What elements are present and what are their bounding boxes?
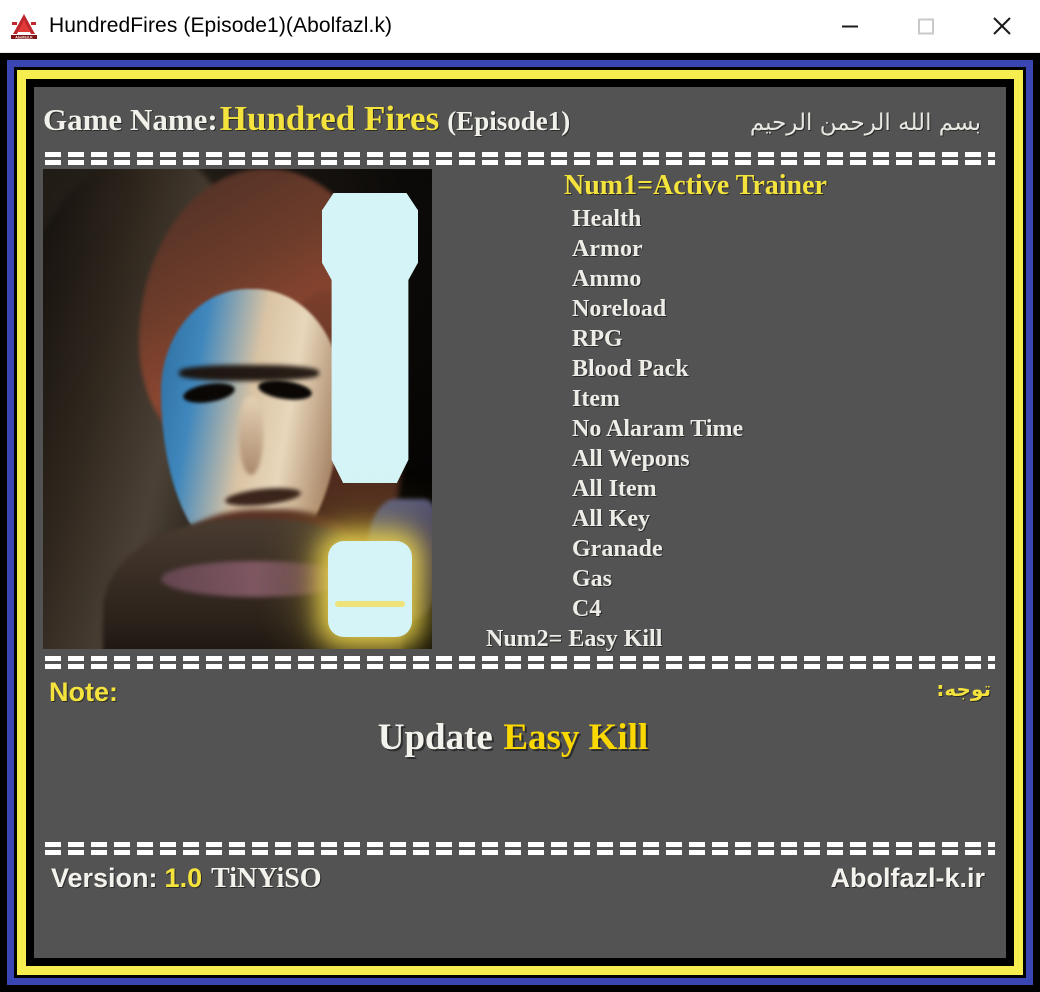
version-number: 1.0 [164,863,203,893]
cheat-easy-kill-row: Num2= Easy Kill [450,624,997,654]
list-item: No Alaram Time [572,415,744,442]
list-item: Item [572,385,620,412]
list-item: Health [572,205,642,232]
header: Game Name: Hundred Fires (Episode1) بسم … [43,87,997,149]
note-section: Note: توجه: Update Easy Kill [43,671,997,839]
minimize-icon [842,25,858,28]
abolfazl-a-logo-icon: Abolfazl.K [9,11,39,41]
list-item: Ammo [572,265,642,292]
list-item: All Item [572,475,657,502]
release-group-label: TiNYiSO [211,863,322,894]
maximize-button[interactable] [888,0,964,52]
svg-text:Abolfazl.K: Abolfazl.K [15,35,33,39]
game-name-label: Game Name: [43,102,218,137]
separator-middle [45,656,995,669]
list-item: Blood Pack [572,355,689,382]
separator-top [45,152,995,165]
close-button[interactable] [964,0,1040,52]
window-controls [812,0,1040,52]
window-title: HundredFires (Episode1)(Abolfazl.k) [49,14,393,37]
trainer-window: Abolfazl.K HundredFires (Episode1)(Abolf… [0,0,1040,992]
trainer-frame-yellow: Game Name: Hundred Fires (Episode1) بسم … [17,70,1023,975]
note-update-text: Update [377,717,493,758]
cheat-list: Health Armor Ammo Noreload RPG Blood Pac… [450,204,997,624]
game-name-value: Hundred Fires [219,99,440,138]
note-label: Note: [49,677,118,707]
maximize-icon [918,18,934,35]
close-icon [993,17,1011,35]
cheat-key-num2-label: Easy Kill [568,625,663,652]
list-item: Gas [572,565,613,592]
title-bar: Abolfazl.K HundredFires (Episode1)(Abolf… [0,0,1040,53]
note-update-value: Easy Kill [503,717,649,758]
list-item: Armor [572,235,643,262]
main-content: Num1=Active Trainer Health Armor Ammo No… [43,167,997,653]
list-item: Granade [572,535,663,562]
minimize-button[interactable] [812,0,888,52]
trainer-frame-outer: Game Name: Hundred Fires (Episode1) بسم … [0,53,1040,992]
list-item: Noreload [572,295,667,322]
list-item: RPG [572,325,623,352]
list-item: All Key [572,505,650,532]
cheat-key-num2: Num2= [486,625,563,652]
list-item: C4 [572,595,602,622]
game-episode-label: (Episode1) [447,106,571,136]
trainer-frame-blue: Game Name: Hundred Fires (Episode1) بسم … [7,60,1033,985]
separator-bottom [45,842,995,855]
note-label-fa: توجه: [936,677,991,701]
character-portrait [43,169,432,649]
footer: Version: 1.0 TiNYiSO Abolfazl-k.ir [43,857,997,895]
cheat-list-section: Num1=Active Trainer Health Armor Ammo No… [432,167,997,653]
trainer-panel: Game Name: Hundred Fires (Episode1) بسم … [34,87,1006,958]
version-label: Version: [51,863,158,893]
exclamation-glow-icon [322,193,418,483]
cheat-activation-title: Num1=Active Trainer [564,170,827,201]
website-label: Abolfazl-k.ir [830,863,985,893]
bismillah-text: بسم الله الرحمن الرحيم [749,110,981,136]
list-item: All Wepons [572,445,690,472]
